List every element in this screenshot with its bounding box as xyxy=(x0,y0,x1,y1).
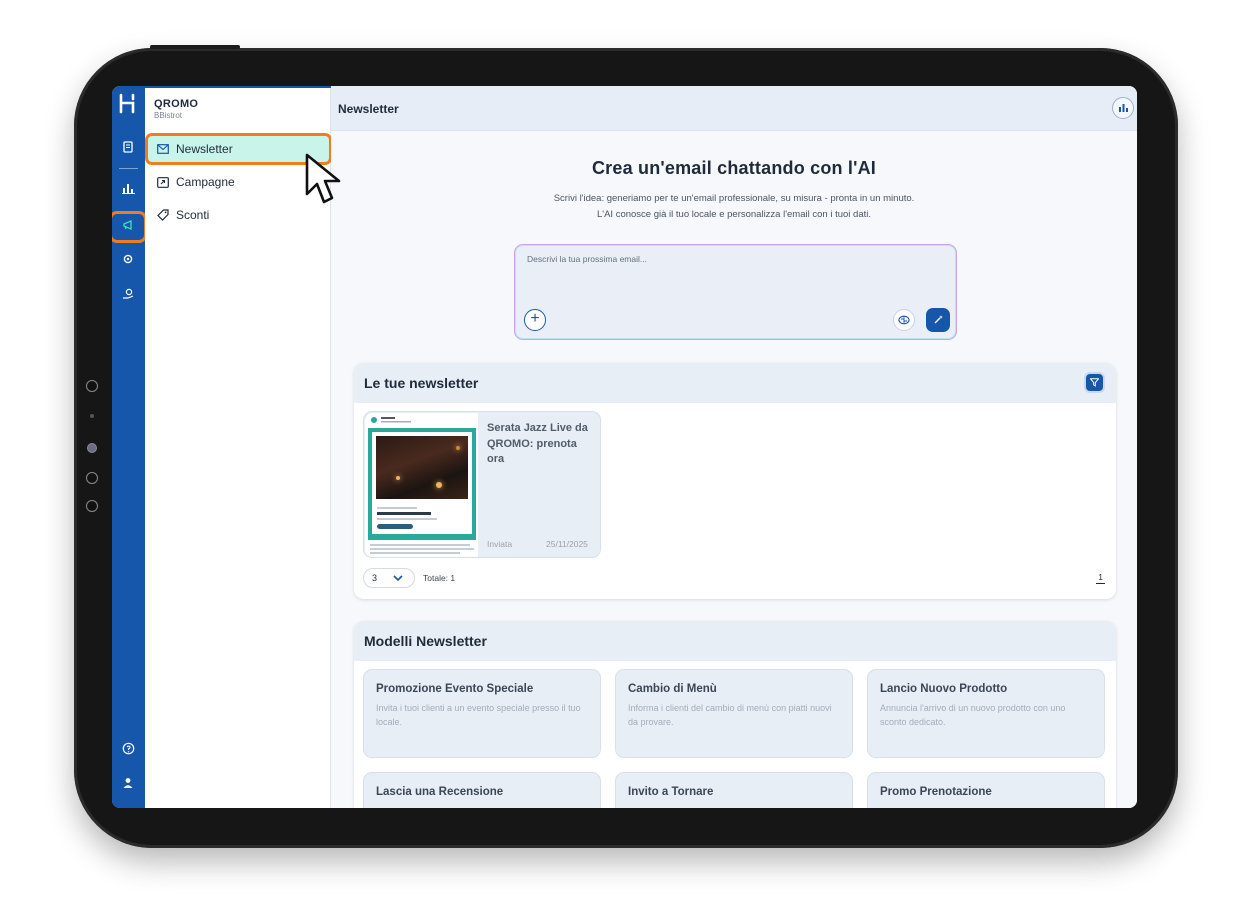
filter-icon xyxy=(1089,378,1100,387)
tablet-sensor xyxy=(86,380,98,392)
magic-wand-icon xyxy=(934,315,943,324)
newsletter-date: 25/11/2025 xyxy=(546,539,588,549)
ai-prompt-input[interactable]: Descrivi la tua prossima email... + xyxy=(514,244,957,340)
main-content: Crea un'email chattando con l'AI Scrivi … xyxy=(331,131,1137,808)
thumbnail-content xyxy=(372,432,472,534)
campaign-icon xyxy=(157,176,169,188)
hand-coin-icon[interactable] xyxy=(119,287,137,305)
header-bar: Newsletter xyxy=(331,86,1137,131)
newsletter-card[interactable]: Serata Jazz Live da QROMO: prenota ora I… xyxy=(363,411,601,558)
newsletters-heading: Le tue newsletter xyxy=(354,363,1116,403)
total-count: Totale: 1 xyxy=(423,573,456,583)
tablet-sensor-dot xyxy=(90,414,94,418)
receipt-icon[interactable] xyxy=(119,140,137,158)
filter-button[interactable] xyxy=(1084,372,1105,393)
ai-hero-title: Crea un'email chattando con l'AI xyxy=(591,158,876,178)
template-title: Lancio Nuovo Prodotto xyxy=(880,683,1008,695)
tablet-sensor xyxy=(86,472,98,484)
bar-chart-icon xyxy=(1118,104,1128,112)
page-size-select[interactable]: 3 xyxy=(363,568,415,588)
nav-rail xyxy=(112,86,147,808)
settings-icon[interactable] xyxy=(119,252,137,270)
sidebar-item-label: Newsletter xyxy=(176,142,233,156)
templates-heading: Modelli Newsletter xyxy=(354,621,1116,661)
ai-hero-subtitle-2: L'AI conosce già il tuo locale e persona… xyxy=(596,209,871,220)
ai-hero-subtitle-1: Scrivi l'idea: generiamo per te un'email… xyxy=(553,193,915,204)
template-title: Invito a Tornare xyxy=(628,786,714,798)
sidebar-item-label: Sconti xyxy=(176,208,210,222)
tablet-sensor xyxy=(86,500,98,512)
page-number-link[interactable]: 1 xyxy=(1096,572,1105,584)
template-card[interactable]: Invito a Tornare xyxy=(615,772,853,808)
stats-button[interactable] xyxy=(1112,97,1134,119)
templates-panel: Modelli Newsletter Promozione Evento Spe… xyxy=(354,621,1116,808)
tablet-camera xyxy=(87,443,97,453)
template-card[interactable]: Promo Prenotazione xyxy=(867,772,1105,808)
template-title: Cambio di Menù xyxy=(628,683,717,695)
template-description: Informa i clienti del cambio di menù con… xyxy=(628,703,832,727)
newsletters-panel: Le tue newsletter Serata Jazz Live da QR… xyxy=(354,363,1116,599)
template-card[interactable]: Promozione Evento Speciale Invita i tuoi… xyxy=(363,669,601,758)
template-title: Promo Prenotazione xyxy=(880,786,992,798)
sidebar-item-campagne[interactable]: Campagne xyxy=(147,168,327,196)
brand-name: QROMO xyxy=(154,98,199,110)
newsletter-thumbnail xyxy=(365,413,478,557)
sidebar-item-sconti[interactable]: Sconti xyxy=(147,201,327,229)
sidebar-item-label: Campagne xyxy=(176,175,235,189)
logo-icon[interactable] xyxy=(118,93,138,115)
ai-brain-button[interactable] xyxy=(893,309,915,331)
templates-heading-text: Modelli Newsletter xyxy=(364,633,487,649)
template-title: Promozione Evento Speciale xyxy=(376,683,534,695)
brand-subtitle: BBistrot xyxy=(154,111,183,120)
prompt-placeholder: Descrivi la tua prossima email... xyxy=(527,254,647,264)
chevron-down-icon xyxy=(393,573,403,583)
tablet-top-button xyxy=(150,45,240,49)
pagination-bar: 3 Totale: 1 xyxy=(363,568,455,588)
user-icon[interactable] xyxy=(119,776,137,794)
template-card[interactable]: Lancio Nuovo Prodotto Annuncia l'arrivo … xyxy=(867,669,1105,758)
template-card[interactable]: Cambio di Menù Informa i clienti del cam… xyxy=(615,669,853,758)
sidebar-accent-line xyxy=(145,86,331,88)
help-icon[interactable] xyxy=(119,742,137,760)
app-screen: QROMO BBistrot Newsletter Campagne Scont… xyxy=(112,86,1137,808)
add-attachment-button[interactable]: + xyxy=(524,309,546,331)
discount-tag-icon xyxy=(157,209,169,221)
mouse-cursor-icon xyxy=(305,153,341,204)
page-size-value: 3 xyxy=(372,573,378,583)
template-card[interactable]: Lascia una Recensione xyxy=(363,772,601,808)
brain-icon xyxy=(898,315,910,325)
newsletters-heading-text: Le tue newsletter xyxy=(364,375,479,391)
generate-button[interactable] xyxy=(926,308,950,332)
mail-icon xyxy=(157,143,169,155)
template-title: Lascia una Recensione xyxy=(376,786,504,798)
megaphone-icon[interactable] xyxy=(119,218,137,236)
rail-divider xyxy=(119,168,138,169)
page-title: Newsletter xyxy=(338,102,399,116)
newsletter-status: Inviata xyxy=(487,539,513,549)
thumbnail-header xyxy=(371,417,411,423)
page: QROMO BBistrot Newsletter Campagne Scont… xyxy=(0,0,1250,920)
newsletter-title: Serata Jazz Live da QROMO: prenota ora xyxy=(487,422,588,465)
bar-chart-icon[interactable] xyxy=(119,181,137,199)
template-description: Invita i tuoi clienti a un evento specia… xyxy=(376,703,581,727)
jazz-photo xyxy=(376,436,468,499)
brand-block: QROMO BBistrot xyxy=(154,98,198,120)
template-description: Annuncia l'arrivo di un nuovo prodotto c… xyxy=(880,703,1066,727)
